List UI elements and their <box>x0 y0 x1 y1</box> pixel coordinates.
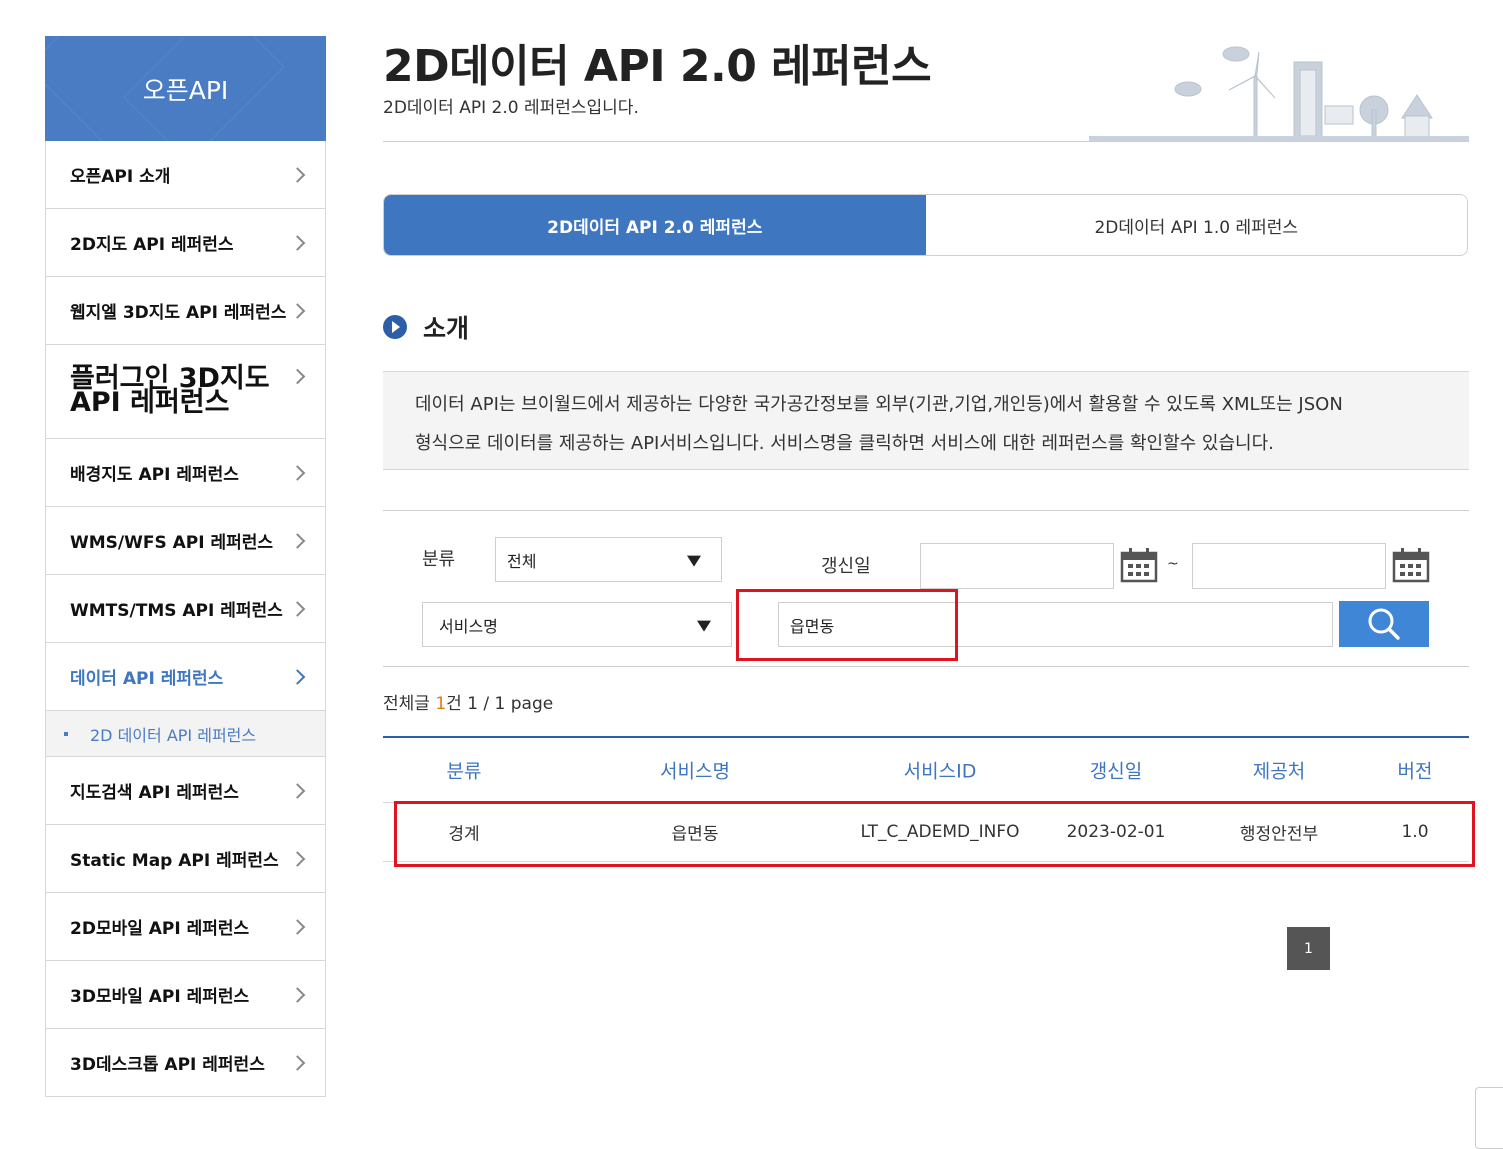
sidebar-item-openapi-intro[interactable]: 오픈API 소개 <box>45 141 326 209</box>
sidebar-item-3d-desktop-api[interactable]: 3D데스크톱 API 레퍼런스 <box>45 1029 326 1097</box>
column-header-version: 버전 <box>1397 760 1433 783</box>
sidebar-item-label: 2D모바일 API 레퍼런스 <box>70 919 250 939</box>
chevron-right-icon <box>289 918 306 935</box>
highlight-box-keyword <box>736 589 958 661</box>
chevron-right-icon <box>289 464 306 481</box>
column-header-category: 분류 <box>446 760 482 783</box>
section-title: 소개 <box>423 314 470 343</box>
scroll-top-button[interactable] <box>1475 1087 1503 1149</box>
sidebar-item-label: WMTS/TMS API 레퍼런스 <box>70 601 283 621</box>
sidebar-item-label: 데이터 API 레퍼런스 <box>70 669 224 689</box>
tab-api-1-0[interactable]: 2D데이터 API 1.0 레퍼런스 <box>925 195 1467 255</box>
search-field-select[interactable]: 서비스명 <box>422 602 732 647</box>
sidebar-item-2d-mobile-api[interactable]: 2D모바일 API 레퍼런스 <box>45 893 326 961</box>
sidebar-item-label: 지도검색 API 레퍼런스 <box>70 783 239 803</box>
result-count-number: 1 <box>435 694 447 714</box>
section-header: 소개 <box>383 309 469 345</box>
date-to-input[interactable] <box>1192 543 1386 589</box>
intro-box: 데이터 API는 브이월드에서 제공하는 다양한 국가공간정보를 외부(기관,기… <box>383 371 1469 470</box>
sidebar-item-label: 3D데스크톱 API 레퍼런스 <box>70 1055 265 1075</box>
pagination-page-1[interactable]: 1 <box>1287 927 1330 970</box>
sidebar-item-label: 오픈API 소개 <box>70 167 171 187</box>
sidebar-item-wmts-tms-api[interactable]: WMTS/TMS API 레퍼런스 <box>45 575 326 643</box>
sidebar-item-label: WMS/WFS API 레퍼런스 <box>70 533 274 553</box>
category-select[interactable]: 전체 <box>495 537 722 582</box>
sidebar-item-label: 웹지엘 3D지도 API 레퍼런스 <box>70 303 287 323</box>
category-select-value: 전체 <box>507 551 537 571</box>
chevron-right-icon <box>289 986 306 1003</box>
sidebar-item-label: Static Map API 레퍼런스 <box>70 851 279 871</box>
column-header-update-date: 갱신일 <box>1089 760 1143 783</box>
sidebar-subitem-2d-data-api[interactable]: 2D 데이터 API 레퍼런스 <box>45 711 326 757</box>
page-subtitle: 2D데이터 API 2.0 레퍼런스입니다. <box>383 98 639 118</box>
dropdown-arrow-icon <box>687 555 701 567</box>
title-divider <box>383 141 1469 142</box>
sidebar-item-static-map-api[interactable]: Static Map API 레퍼런스 <box>45 825 326 893</box>
sidebar-item-2d-map-api[interactable]: 2D지도 API 레퍼런스 <box>45 209 326 277</box>
sidebar: 오픈API 오픈API 소개 2D지도 API 레퍼런스 웹지엘 3D지도 AP… <box>45 36 326 1097</box>
calendar-icon[interactable] <box>1392 547 1430 583</box>
calendar-icon[interactable] <box>1120 547 1158 583</box>
table-header: 분류 서비스명 서비스ID 갱신일 제공처 버전 <box>383 736 1469 803</box>
version-tabs: 2D데이터 API 2.0 레퍼런스 2D데이터 API 1.0 레퍼런스 <box>383 194 1468 256</box>
search-icon <box>1368 608 1400 640</box>
search-divider-bottom <box>383 666 1469 667</box>
sidebar-item-data-api[interactable]: 데이터 API 레퍼런스 <box>45 643 326 711</box>
sidebar-title: 오픈API <box>142 75 229 105</box>
chevron-right-icon <box>289 850 306 867</box>
chevron-right-icon <box>289 782 306 799</box>
sidebar-item-basemap-api[interactable]: 배경지도 API 레퍼런스 <box>45 439 326 507</box>
date-range-separator: ~ <box>1167 556 1179 572</box>
sidebar-item-plugin-3d-api[interactable]: 플러그인 3D지도 API 레퍼런스 <box>45 345 326 439</box>
column-header-provider: 제공처 <box>1252 760 1306 783</box>
sidebar-item-webgl-3d-api[interactable]: 웹지엘 3D지도 API 레퍼런스 <box>45 277 326 345</box>
sidebar-item-label: 2D지도 API 레퍼런스 <box>70 235 234 255</box>
sidebar-item-wms-wfs-api[interactable]: WMS/WFS API 레퍼런스 <box>45 507 326 575</box>
chevron-right-icon <box>289 668 306 685</box>
chevron-right-icon <box>289 302 306 319</box>
result-count-suffix: 건 1 / 1 page <box>446 694 554 714</box>
chevron-right-icon <box>289 532 306 549</box>
play-circle-icon <box>383 315 407 339</box>
search-divider-top <box>383 510 1469 511</box>
search-field-select-value: 서비스명 <box>439 616 498 636</box>
cityscape-illustration <box>1089 46 1469 142</box>
sidebar-item-search-api[interactable]: 지도검색 API 레퍼런스 <box>45 757 326 825</box>
sidebar-subitem-label: 2D 데이터 API 레퍼런스 <box>90 725 257 745</box>
sidebar-item-label: 플러그인 3D지도 API 레퍼런스 <box>70 363 270 418</box>
date-from-input[interactable] <box>920 543 1114 589</box>
column-header-service-name: 서비스명 <box>660 760 730 783</box>
intro-text-line1: 데이터 API는 브이월드에서 제공하는 다양한 국가공간정보를 외부(기관,기… <box>415 394 1343 415</box>
tab-api-2-0[interactable]: 2D데이터 API 2.0 레퍼런스 <box>384 195 926 255</box>
result-count: 전체글 1건 1 / 1 page <box>383 689 553 714</box>
chevron-right-icon <box>289 166 306 183</box>
update-date-label: 갱신일 <box>821 556 871 577</box>
result-count-prefix: 전체글 <box>383 694 436 714</box>
chevron-right-icon <box>289 600 306 617</box>
dropdown-arrow-icon <box>697 620 711 632</box>
sidebar-item-3d-mobile-api[interactable]: 3D모바일 API 레퍼런스 <box>45 961 326 1029</box>
sidebar-item-label: 3D모바일 API 레퍼런스 <box>70 987 250 1007</box>
category-label: 분류 <box>422 549 456 570</box>
intro-text-line2: 형식으로 데이터를 제공하는 API서비스입니다. 서비스명을 클릭하면 서비스… <box>415 433 1274 454</box>
sidebar-header: 오픈API <box>45 36 326 141</box>
highlight-box-result-row <box>394 801 1475 867</box>
column-header-service-id: 서비스ID <box>903 760 977 783</box>
sidebar-item-label: 배경지도 API 레퍼런스 <box>70 465 239 485</box>
page-title: 2D데이터 API 2.0 레퍼런스 <box>383 41 932 92</box>
chevron-right-icon <box>289 234 306 251</box>
search-button[interactable] <box>1339 601 1429 647</box>
bullet-icon <box>64 731 68 736</box>
chevron-right-icon <box>289 1054 306 1071</box>
